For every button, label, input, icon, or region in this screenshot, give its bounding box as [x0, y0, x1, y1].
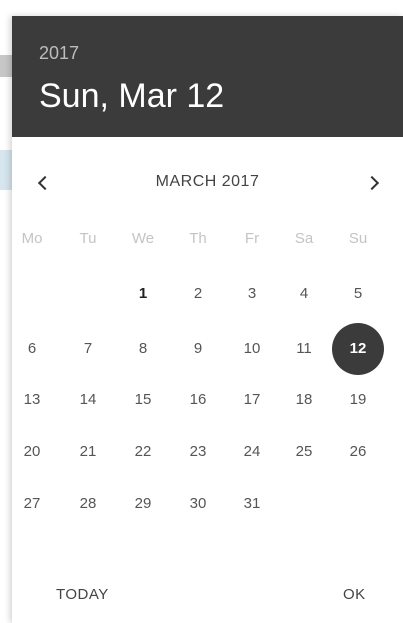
calendar-day[interactable]: 11 [284, 329, 324, 369]
weekday-label: Fr [244, 230, 260, 247]
calendar-day[interactable]: 15 [123, 380, 163, 420]
calendar-day[interactable]: 23 [178, 432, 218, 472]
month-navigation: MARCH 2017 [12, 168, 403, 198]
calendar-day[interactable]: 27 [12, 484, 52, 524]
chevron-right-icon [364, 175, 380, 191]
calendar-day[interactable]: 1 [123, 274, 163, 314]
today-button[interactable]: TODAY [56, 586, 109, 603]
calendar-day[interactable]: 24 [232, 432, 272, 472]
calendar-day[interactable]: 9 [178, 329, 218, 369]
picker-header: 2017 Sun, Mar 12 [12, 16, 403, 137]
weekday-label: Mo [21, 230, 43, 247]
weekday-label: Tu [79, 230, 97, 247]
calendar-day[interactable]: 22 [123, 432, 163, 472]
calendar-day[interactable]: 13 [12, 380, 52, 420]
calendar-day[interactable]: 3 [232, 274, 272, 314]
calendar-day[interactable]: 16 [178, 380, 218, 420]
calendar-day[interactable]: 4 [284, 274, 324, 314]
header-selected-date[interactable]: Sun, Mar 12 [39, 77, 224, 116]
background-strip [0, 150, 12, 190]
calendar-day[interactable]: 17 [232, 380, 272, 420]
date-picker-dialog: 2017 Sun, Mar 12 MARCH 2017 Mo Tu We Th Fr Sa… [12, 16, 403, 623]
weekday-label: Th [189, 230, 207, 247]
picker-actions: TODAY OK [12, 586, 403, 622]
calendar-day[interactable]: 29 [123, 484, 163, 524]
ok-button[interactable]: OK [343, 586, 366, 603]
calendar-day[interactable]: 21 [68, 432, 108, 472]
calendar-day[interactable]: 14 [68, 380, 108, 420]
calendar-day[interactable]: 31 [232, 484, 272, 524]
weekday-label: Sa [294, 230, 314, 247]
calendar-day[interactable]: 6 [12, 329, 52, 369]
weekday-label: We [131, 230, 155, 247]
calendar-day[interactable]: 18 [284, 380, 324, 420]
calendar-day[interactable]: 20 [12, 432, 52, 472]
background-strip [0, 55, 12, 77]
calendar-day[interactable]: 8 [123, 329, 163, 369]
background-left [0, 0, 12, 623]
calendar-day[interactable]: 5 [338, 274, 378, 314]
month-label: MARCH 2017 [155, 173, 260, 190]
calendar-day[interactable]: 2 [178, 274, 218, 314]
calendar-day[interactable]: 25 [284, 432, 324, 472]
calendar-day[interactable]: 30 [178, 484, 218, 524]
calendar-day[interactable]: 26 [338, 432, 378, 472]
weekday-label: Su [348, 230, 368, 247]
calendar-day[interactable]: 7 [68, 329, 108, 369]
calendar-day-selected[interactable]: 12 [332, 323, 384, 375]
weekday-header: Mo Tu We Th Fr Sa Su [12, 230, 403, 250]
calendar-day[interactable]: 19 [338, 380, 378, 420]
next-month-button[interactable] [357, 168, 387, 198]
header-year[interactable]: 2017 [39, 43, 79, 64]
calendar-day[interactable]: 28 [68, 484, 108, 524]
calendar-day[interactable]: 10 [232, 329, 272, 369]
